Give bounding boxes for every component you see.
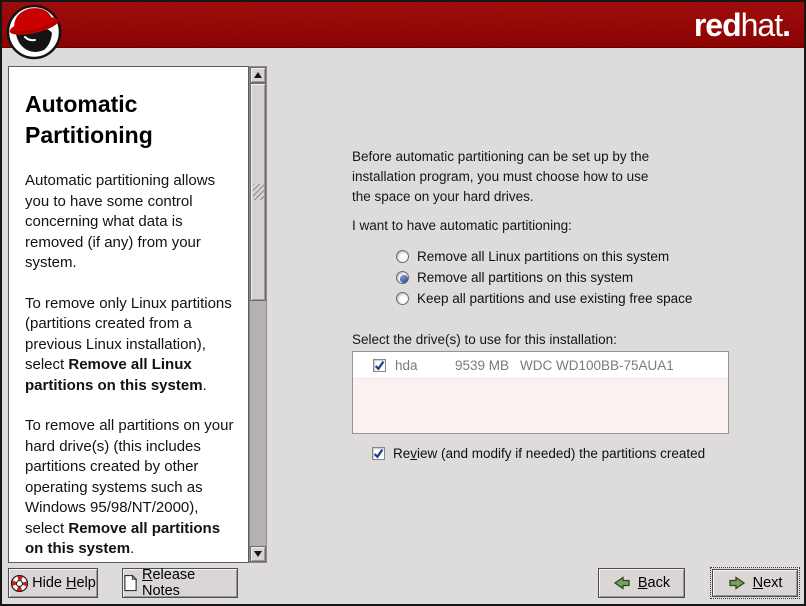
arrow-up-icon	[254, 72, 262, 78]
help-paragraph: To remove all partitions on your hard dr…	[25, 416, 236, 560]
next-label: Next	[753, 575, 783, 591]
drive-size: 9539 MB	[455, 358, 520, 373]
installer-window: redhat. Automatic Partitioning Automatic…	[0, 0, 806, 606]
radio-button[interactable]	[396, 292, 409, 305]
radio-button[interactable]	[396, 250, 409, 263]
radio-option-row[interactable]: Keep all partitions and use existing fre…	[396, 288, 692, 309]
drive-row[interactable]: hda9539 MBWDC WD100BB-75AUA1	[353, 352, 728, 379]
back-label: Back	[638, 575, 670, 591]
wordmark-hat: hat	[741, 7, 782, 43]
back-button[interactable]: Back	[598, 568, 685, 598]
scroll-up-button[interactable]	[250, 67, 266, 83]
back-arrow-icon	[613, 575, 631, 591]
scroll-down-button[interactable]	[250, 546, 266, 562]
help-scrollbar[interactable]	[249, 66, 267, 563]
hide-help-button[interactable]: Hide Help	[8, 568, 98, 598]
redhat-shadowman-icon	[6, 4, 62, 60]
intro-line: the space on your hard drives.	[352, 187, 649, 207]
intro-line: Before automatic partitioning can be set…	[352, 147, 649, 167]
radio-option-label: Remove all Linux partitions on this syst…	[417, 249, 669, 264]
wordmark-period: .	[782, 7, 790, 43]
radio-button-selected[interactable]	[396, 271, 409, 284]
next-button-focus-ring: Next	[710, 567, 800, 599]
review-checkbox-label: Review (and modify if needed) the partit…	[393, 446, 705, 461]
drive-device: hda	[395, 358, 455, 373]
release-notes-label: Release Notes	[142, 567, 237, 599]
wordmark-red: red	[694, 7, 741, 43]
review-checkbox[interactable]	[372, 447, 385, 460]
arrow-down-icon	[254, 551, 262, 557]
radio-option-row[interactable]: Remove all partitions on this system	[396, 267, 692, 288]
hide-help-label: Hide Help	[32, 575, 96, 591]
checkmark-icon	[373, 448, 384, 459]
help-paragraphs: Automatic partitioning allows you to hav…	[23, 171, 236, 560]
help-title: Automatic Partitioning	[25, 89, 236, 151]
review-checkbox-row[interactable]: Review (and modify if needed) the partit…	[372, 446, 705, 461]
scrollbar-thumb[interactable]	[250, 83, 266, 301]
intro-line: installation program, you must choose ho…	[352, 167, 649, 187]
radio-group-prompt: I want to have automatic partitioning:	[352, 218, 572, 233]
drive-model: WDC WD100BB-75AUA1	[520, 358, 674, 373]
radio-option-row[interactable]: Remove all Linux partitions on this syst…	[396, 246, 692, 267]
top-banner	[2, 2, 804, 48]
intro-text: Before automatic partitioning can be set…	[352, 147, 649, 207]
help-paragraph: Automatic partitioning allows you to hav…	[25, 171, 236, 274]
document-icon	[123, 574, 138, 592]
next-arrow-icon	[728, 575, 746, 591]
radio-option-label: Keep all partitions and use existing fre…	[417, 291, 692, 306]
release-notes-button[interactable]: Release Notes	[122, 568, 238, 598]
help-panel: Automatic Partitioning Automatic partiti…	[8, 66, 249, 563]
drive-select-label: Select the drive(s) to use for this inst…	[352, 332, 617, 347]
checkmark-icon	[374, 360, 385, 371]
lifesaver-icon	[10, 574, 29, 593]
drive-list[interactable]: hda9539 MBWDC WD100BB-75AUA1	[352, 351, 729, 434]
radio-option-label: Remove all partitions on this system	[417, 270, 633, 285]
redhat-wordmark: redhat.	[694, 2, 790, 48]
next-button[interactable]: Next	[712, 569, 798, 597]
drive-checkbox[interactable]	[373, 359, 386, 372]
help-paragraph: To remove only Linux partitions (partiti…	[25, 294, 236, 397]
scrollbar-grip-icon	[253, 184, 264, 200]
radio-group: Remove all Linux partitions on this syst…	[396, 246, 692, 309]
